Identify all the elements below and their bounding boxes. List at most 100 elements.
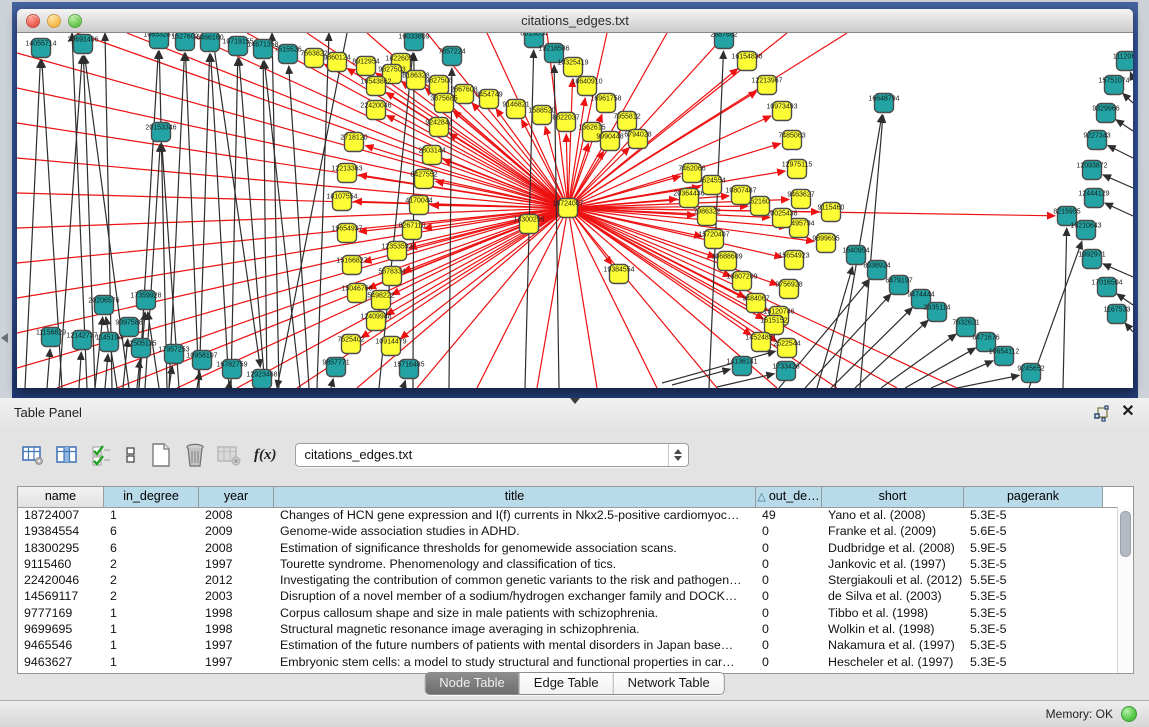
table-row[interactable]: 969969511998Structural magnetic resonanc… [18, 621, 1118, 637]
table-cell[interactable]: 9115460 [18, 556, 104, 572]
table-cell[interactable]: 5.3E-5 [964, 556, 1103, 572]
table-settings-icon[interactable] [20, 442, 46, 468]
table-cell[interactable]: 2008 [199, 540, 274, 556]
table-cell[interactable]: 6 [104, 523, 199, 539]
table-cell[interactable]: Estimation of the future numbers of pati… [274, 637, 756, 653]
table-cell[interactable]: 2003 [199, 588, 274, 604]
table-cell[interactable]: 5.6E-5 [964, 523, 1103, 539]
column-header-short[interactable]: short [822, 487, 964, 507]
table-cell[interactable]: 1 [104, 637, 199, 653]
table-cell[interactable]: 5.3E-5 [964, 588, 1103, 604]
table-cell[interactable]: Embryonic stem cells: a model to study s… [274, 654, 756, 670]
table-cell[interactable]: 49 [756, 507, 822, 523]
table-cell[interactable]: 5.3E-5 [964, 621, 1103, 637]
table-cell[interactable]: 5.3E-5 [964, 637, 1103, 653]
table-cell[interactable]: 18300295 [18, 540, 104, 556]
table-cell[interactable]: 0 [756, 637, 822, 653]
table-cell[interactable]: 0 [756, 621, 822, 637]
table-cell[interactable]: 6 [104, 540, 199, 556]
table-select-dropdown[interactable]: citations_edges.txt [295, 443, 689, 467]
table-cell[interactable]: 2 [104, 588, 199, 604]
table-cell[interactable]: 0 [756, 556, 822, 572]
column-header-name[interactable]: name [18, 487, 104, 507]
table-vertical-scrollbar[interactable] [1117, 507, 1133, 673]
table-row[interactable]: 1872400712008Changes of HCN gene express… [18, 507, 1118, 523]
table-cell[interactable]: Corpus callosum shape and size in male p… [274, 605, 756, 621]
table-cell[interactable]: 1 [104, 621, 199, 637]
table-cell[interactable]: 19384554 [18, 523, 104, 539]
tab-node-table[interactable]: Node Table [425, 673, 519, 694]
table-row[interactable]: 977716911998Corpus callosum shape and si… [18, 605, 1118, 621]
table-cell[interactable]: 9463627 [18, 654, 104, 670]
table-cell[interactable]: 0 [756, 588, 822, 604]
table-cell[interactable]: Investigating the contribution of common… [274, 572, 756, 588]
table-cell[interactable]: 2 [104, 572, 199, 588]
table-cell[interactable]: de Silva et al. (2003) [822, 588, 964, 604]
table-cell[interactable]: Dudbridge et al. (2008) [822, 540, 964, 556]
table-cell[interactable]: 18724007 [18, 507, 104, 523]
table-cell[interactable]: 2012 [199, 572, 274, 588]
select-rows-icon[interactable] [88, 442, 114, 468]
table-row[interactable]: 1938455462009Genome-wide association stu… [18, 523, 1118, 539]
table-cell[interactable]: 2009 [199, 523, 274, 539]
table-cell[interactable]: 9777169 [18, 605, 104, 621]
table-cell[interactable]: Changes of HCN gene expression and I(f) … [274, 507, 756, 523]
close-panel-icon[interactable]: ✕ [1119, 403, 1137, 421]
table-row[interactable]: 1456911722003Disruption of a novel membe… [18, 588, 1118, 604]
table-cell[interactable]: Tibbo et al. (1998) [822, 605, 964, 621]
table-row[interactable]: 1830029562008Estimation of significance … [18, 540, 1118, 556]
table-cell[interactable]: Estimation of significance thresholds fo… [274, 540, 756, 556]
table-cell[interactable]: Franke et al. (2009) [822, 523, 964, 539]
table-cell[interactable]: 1 [104, 507, 199, 523]
tab-network-table[interactable]: Network Table [613, 673, 724, 694]
new-table-icon[interactable] [148, 442, 174, 468]
table-cell[interactable]: Genome-wide association studies in ADHD. [274, 523, 756, 539]
table-cell[interactable]: 1997 [199, 654, 274, 670]
table-cell[interactable]: Structural magnetic resonance image aver… [274, 621, 756, 637]
table-cell[interactable]: 9465546 [18, 637, 104, 653]
table-cell[interactable]: 0 [756, 523, 822, 539]
column-header-title[interactable]: title [274, 487, 756, 507]
table-cell[interactable]: 1998 [199, 605, 274, 621]
table-row[interactable]: 946554611997Estimation of the future num… [18, 637, 1118, 653]
table-cell[interactable]: 14569117 [18, 588, 104, 604]
column-header-in_degree[interactable]: in_degree [104, 487, 199, 507]
table-cell[interactable]: 5.3E-5 [964, 605, 1103, 621]
table-cell[interactable]: Yano et al. (2008) [822, 507, 964, 523]
float-panel-icon[interactable] [1093, 405, 1111, 423]
delete-column-trash-icon[interactable] [182, 442, 208, 468]
show-column-icon[interactable] [54, 442, 80, 468]
table-cell[interactable]: 5.3E-5 [964, 654, 1103, 670]
column-header-year[interactable]: year [199, 487, 274, 507]
function-builder-icon[interactable]: f(x) [254, 447, 277, 464]
table-cell[interactable]: 2008 [199, 507, 274, 523]
splitter-caret-icon[interactable] [570, 398, 580, 404]
table-cell[interactable]: 0 [756, 654, 822, 670]
table-cell[interactable]: 1998 [199, 621, 274, 637]
table-cell[interactable]: 5.3E-5 [964, 507, 1103, 523]
table-cell[interactable]: Hescheler et al. (1997) [822, 654, 964, 670]
table-cell[interactable]: 1 [104, 654, 199, 670]
table-cell[interactable]: Tourette syndrome. Phenomenology and cla… [274, 556, 756, 572]
table-cell[interactable]: 1997 [199, 556, 274, 572]
panel-collapse-arrow-icon[interactable] [1, 333, 8, 343]
table-cell[interactable]: Nakamura et al. (1997) [822, 637, 964, 653]
scrollbar-thumb[interactable] [1120, 511, 1131, 557]
table-cell[interactable]: 0 [756, 605, 822, 621]
column-header-pagerank[interactable]: pagerank [964, 487, 1103, 507]
table-cell[interactable]: 1 [104, 605, 199, 621]
tab-edge-table[interactable]: Edge Table [519, 673, 613, 694]
table-cell[interactable]: Wolkin et al. (1998) [822, 621, 964, 637]
network-canvas[interactable]: 1405571420691406106532871527602646616010… [17, 33, 1133, 388]
table-cell[interactable]: 2 [104, 556, 199, 572]
table-cell[interactable]: Jankovic et al. (1997) [822, 556, 964, 572]
table-cell[interactable]: 0 [756, 572, 822, 588]
network-window-titlebar[interactable]: citations_edges.txt [17, 9, 1133, 33]
table-cell[interactable]: 5.9E-5 [964, 540, 1103, 556]
row-height-icon[interactable] [122, 442, 140, 468]
table-cell[interactable]: 1997 [199, 637, 274, 653]
table-cell[interactable]: 9699695 [18, 621, 104, 637]
table-row[interactable]: 946362711997Embryonic stem cells: a mode… [18, 654, 1118, 670]
table-cell[interactable]: 5.5E-5 [964, 572, 1103, 588]
network-view[interactable]: 1405571420691406106532871527602646616010… [17, 33, 1133, 388]
